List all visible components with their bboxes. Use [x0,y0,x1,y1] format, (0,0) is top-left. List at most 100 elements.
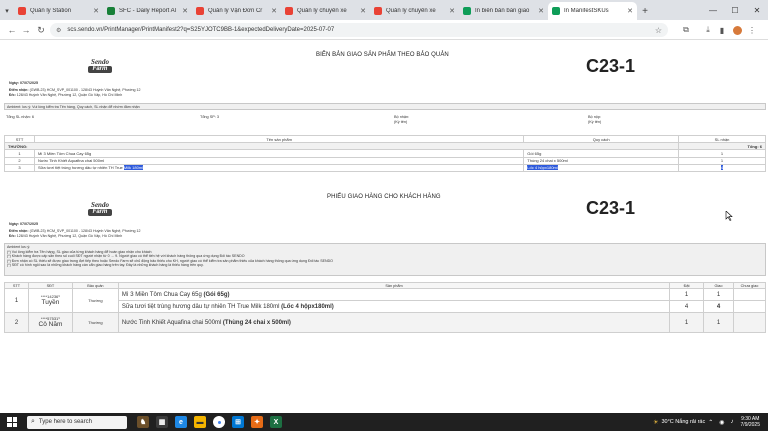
tab-search-icon[interactable]: ▾ [0,2,14,20]
delivery-table: STT SĐT Bảo quản Sản phẩm Đặt Giao Chưa … [4,282,766,333]
side-panel-icon[interactable]: ▮ [716,24,728,36]
taskbar-clock[interactable]: 9:30 AM 7/9/2025 [741,416,760,428]
selected-text: Lốc 4 hộpx180ml [527,165,558,171]
product-cell: Mì 3 Miền Tôm Chua Cay 65g (Gói 65g) [117,288,671,301]
tab-label: Quản lý Vận Đơn Cr [208,8,263,14]
profile-avatar[interactable] [731,24,743,36]
tab-label: In ManifestSKUs [564,8,609,14]
tab-favicon-icon [107,7,115,15]
close-window-icon[interactable]: ✕ [746,0,768,20]
browser-tab[interactable]: Quản lý Vận Đơn Cr ✕ [192,2,281,20]
site-info-icon[interactable]: ⚙ [56,27,61,34]
table-row: 1 ****14236⁹ Tuyền Thường Mì 3 Miền Tôm … [4,288,766,313]
bookmark-star-icon[interactable]: ☆ [655,26,662,35]
weather-text[interactable]: 30°C Nắng rải rác [661,419,705,425]
delivery-title: PHIẾU GIAO HÀNG CHO KHÁCH HÀNG [327,194,441,200]
forward-icon[interactable]: → [20,24,32,36]
reload-icon[interactable]: ↻ [35,24,47,36]
tab-close-icon[interactable]: ✕ [271,7,277,15]
excel-icon[interactable]: X [270,416,282,428]
maximize-icon[interactable]: ☐ [724,0,746,20]
tab-favicon-icon [374,7,382,15]
col-product: Tên sản phẩm [33,134,525,144]
new-tab-button[interactable]: + [637,2,653,20]
tab-close-icon[interactable]: ✕ [93,7,99,15]
url-text: scs.sendo.vn/PrintManager/PrintManifest2… [67,27,335,33]
browser-tab[interactable]: Quản lý chuyển xe ✕ [370,2,459,20]
search-icon: ⌕ [31,418,35,425]
giver-sign: (Ký tên) [394,120,408,124]
receiver-sign: (Ký tên) [588,120,602,124]
sendo-farm-logo: Sendo Farm [88,59,112,73]
delivery-date: Ngày: 07/07/2025 [9,222,38,226]
browser-tab[interactable]: Quản lý chuyển xe ✕ [281,2,370,20]
tab-favicon-icon [285,7,293,15]
system-tray: ☀ 30°C Nắng rải rác ⌃ ◉ ♪ 9:30 AM 7/9/20… [650,413,768,431]
tab-close-icon[interactable]: ✕ [538,7,544,15]
tab-close-icon[interactable]: ✕ [360,7,366,15]
tab-label: In biên bản bàn giao [475,8,530,14]
browser-tab-strip: ▾ Quản lý Station ✕ SFC - Daily Report Al ✕… [0,0,768,20]
receiver-label: Bộ nộp: [588,115,602,119]
address-bar[interactable]: ⚙ scs.sendo.vn/PrintManager/PrintManifes… [50,23,668,37]
back-icon[interactable]: ← [6,24,18,36]
manifest-summary: Tổng SL nhận: 6 Tổng SP: 3 Bộ nhận: (Ký … [4,114,766,130]
col-spec: Quy cách [523,134,680,144]
store-icon[interactable]: ⊞ [232,416,244,428]
download-icon[interactable]: ⤓ [702,24,714,36]
table-row: 1 Mì 3 Miền Tôm Chua Cay 65g Gói 65g 1 [4,149,766,158]
tab-close-icon[interactable]: ✕ [627,7,633,15]
network-icon[interactable]: ◉ [719,419,724,426]
extensions-icon[interactable]: ⧉ [680,24,692,36]
speaker-icon[interactable]: ♪ [731,419,734,425]
manifest-header-row: STT Tên sản phẩm Quy cách SL nhận [4,134,766,144]
storage-group-total: Tổng: 6 [678,142,766,151]
browser-tab[interactable]: Quản lý Station ✕ [14,2,103,20]
col-qty: SL nhận [678,134,766,144]
browser-tab[interactable]: In ManifestSKUs ✕ [548,2,637,20]
manifest-date: Ngày: 07/07/2025 [9,81,38,85]
customer-phone: ****14236⁹ Tuyền [27,288,73,313]
menu-dots-icon[interactable]: ⋮ [746,24,758,36]
manifest-pickup: Điểm nhận: (GWB-23) HCM_SVP_001100 - 128… [9,88,141,92]
product-cell: Nước Tinh Khiết Aquafina chai 500ml (Thù… [117,312,671,333]
table-row: 2 ****57531⁹ Cô Năm Thường Nước Tinh Khi… [4,312,766,333]
manifest-title: BIÊN BẢN GIAO SẢN PHẨM THEO BẢO QUẢN [316,52,449,58]
route-code: C23-1 [586,56,636,76]
browser-toolbar: ← → ↻ ⚙ scs.sendo.vn/PrintManager/PrintM… [0,20,768,40]
tab-list: Quản lý Station ✕ SFC - Daily Report Al ✕ Qu… [14,0,637,20]
windows-start-icon[interactable] [7,417,17,427]
app-icon[interactable]: ✦ [251,416,263,428]
undelivered-cell [733,300,766,313]
chrome-icon[interactable] [213,416,225,428]
file-explorer-icon[interactable]: ▬ [194,416,206,428]
route-code: C23-1 [586,198,636,218]
browser-tab[interactable]: SFC - Daily Report Al ✕ [103,2,192,20]
tab-favicon-icon [196,7,204,15]
table-row: 3 Sữa tươi tiệt trùng hương dâu tự nhiên… [4,163,766,172]
total-quantity: Tổng SL nhận: 6 [6,115,34,119]
taskbar-search[interactable]: ⌕ Type here to search [27,415,127,429]
tab-label: Quản lý chuyển xe [386,8,436,14]
table-row: 2 Nước Tinh Khiết Aquafina chai 500ml Th… [4,156,766,165]
col-stt: STT [4,134,35,144]
customer-phone: ****57531⁹ Cô Năm [27,312,73,333]
tab-favicon-icon [463,7,471,15]
total-products: Tổng SP: 3 [200,115,219,119]
minimize-icon[interactable]: — [702,0,724,20]
browser-tab[interactable]: In biên bản bàn giao ✕ [459,2,548,20]
storage-group-label: THƯỜNG: [3,142,680,151]
chevron-up-icon[interactable]: ⌃ [708,419,713,426]
delivery-address: Đ/c: 128/43 Huỳnh Văn Nghệ, Phường 12, Q… [9,234,123,238]
sendo-farm-logo: Sendo Farm [88,202,112,216]
manifest-note: Ambient: lưu ý: Vui lòng kiểm tra Tên hà… [4,103,766,110]
manifest-address: Đ/c: 128/43 Huỳnh Văn Nghệ, Phường 12, Q… [9,93,123,97]
mouse-cursor-icon [725,211,733,221]
edge-icon[interactable]: e [175,416,187,428]
task-view-icon[interactable]: ▦ [156,416,168,428]
tab-close-icon[interactable]: ✕ [182,7,188,15]
weather-icon: ☀ [653,419,659,426]
gaming-app-icon[interactable]: ♞ [137,416,149,428]
tab-close-icon[interactable]: ✕ [449,7,455,15]
tab-favicon-icon [18,7,26,15]
